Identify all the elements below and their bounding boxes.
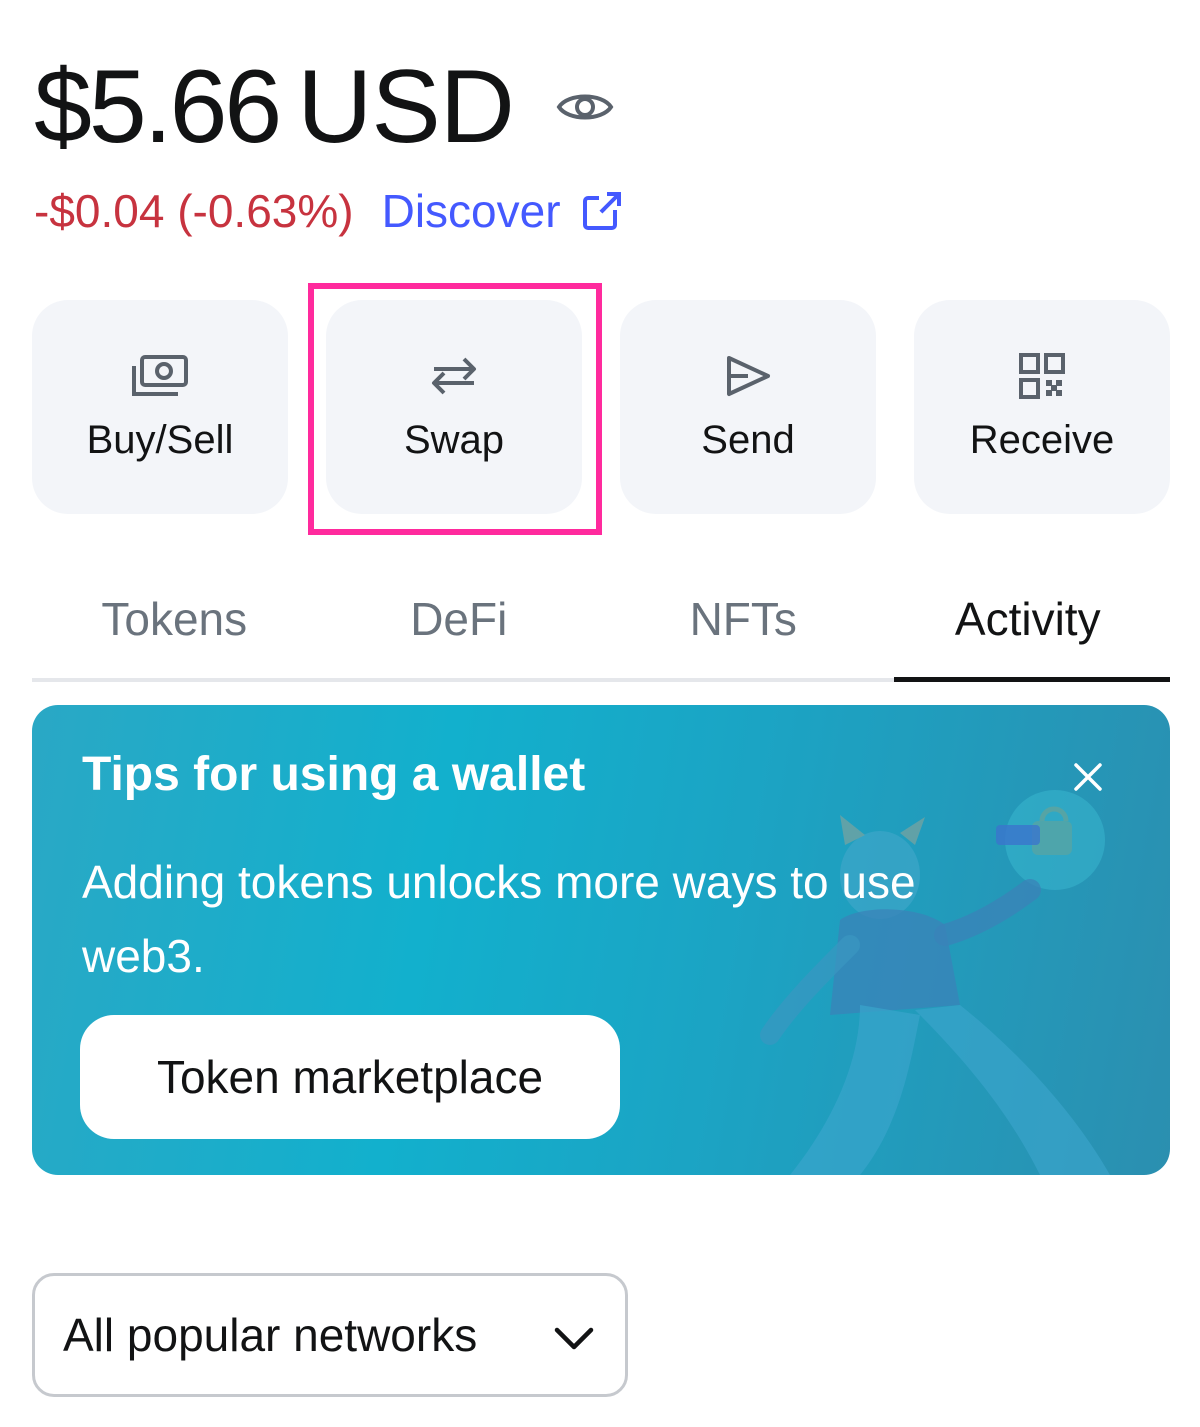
tab-defi[interactable]: DeFi	[317, 560, 602, 678]
tips-title: Tips for using a wallet	[82, 748, 586, 801]
token-marketplace-button[interactable]: Token marketplace	[80, 1015, 620, 1139]
eye-icon[interactable]	[556, 86, 614, 128]
discover-label: Discover	[381, 185, 561, 237]
send-label: Send	[701, 417, 795, 462]
discover-link[interactable]: Discover	[382, 184, 623, 238]
close-icon[interactable]	[1072, 761, 1104, 793]
network-filter-select[interactable]: All popular networks	[32, 1273, 628, 1397]
tips-body: Adding tokens unlocks more ways to use w…	[82, 856, 916, 982]
send-button[interactable]: Send	[620, 300, 876, 514]
balance-currency: USD	[297, 49, 515, 165]
balance-row: $5.66 USD	[34, 55, 614, 159]
swap-button[interactable]: Swap	[326, 300, 582, 514]
action-buttons: Buy/Sell Swap Send Receive	[32, 300, 1170, 514]
buy-sell-button[interactable]: Buy/Sell	[32, 300, 288, 514]
receive-button[interactable]: Receive	[914, 300, 1170, 514]
external-link-icon	[581, 190, 623, 232]
qr-code-icon	[1010, 344, 1074, 408]
wallet-home: $5.66 USD -$0.04 (-0.63%) Discover Buy/S…	[0, 0, 1200, 1427]
swap-arrows-icon	[422, 344, 486, 408]
tab-bar: Tokens DeFi NFTs Activity	[32, 560, 1170, 682]
tab-nfts[interactable]: NFTs	[601, 560, 886, 678]
tab-activity[interactable]: Activity	[886, 560, 1171, 682]
send-arrow-icon	[716, 344, 780, 408]
buy-sell-label: Buy/Sell	[86, 417, 234, 462]
network-filter-value: All popular networks	[63, 1309, 478, 1361]
balance-change: -$0.04 (-0.63%)	[34, 185, 354, 237]
balance-change-row: -$0.04 (-0.63%) Discover	[34, 184, 623, 238]
chevron-down-icon	[553, 1318, 595, 1360]
tab-tokens[interactable]: Tokens	[32, 560, 317, 678]
swap-label: Swap	[403, 417, 505, 462]
tips-banner: Tips for using a wallet Adding tokens un…	[32, 705, 1170, 1175]
receive-label: Receive	[969, 417, 1115, 462]
balance-amount: $5.66	[34, 49, 282, 165]
cash-icon	[128, 344, 192, 408]
